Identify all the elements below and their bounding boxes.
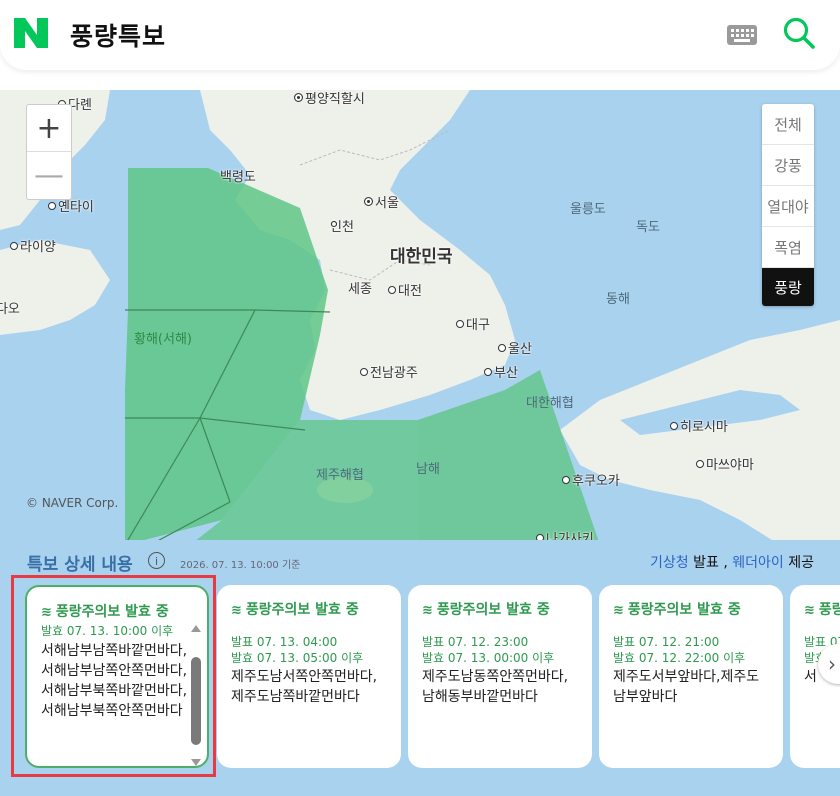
map-label-busan: 부산: [484, 362, 518, 381]
category-selector: 전체 강풍 열대야 폭염 풍랑: [762, 104, 814, 306]
naver-logo-icon[interactable]: [14, 18, 48, 48]
map-label-baengnyeong: 백령도: [220, 170, 256, 185]
card-region-text: 서해남부남쪽바깥먼바다,서해남부남쪽안쪽먼바다,서해남부북쪽바깥먼바다,서해남부…: [41, 643, 188, 719]
search-icon[interactable]: [782, 16, 816, 50]
map-label-hiroshima: 히로시마: [670, 416, 728, 435]
map-label-korea: 대한민국: [390, 247, 453, 267]
panel-title: 특보 상세 내용: [27, 555, 133, 575]
provider-kma-link[interactable]: 기상청: [650, 555, 689, 571]
map-label-seoul: 서울: [364, 192, 399, 211]
map-label-dokdo: 독도: [636, 220, 660, 235]
card-scrollbar[interactable]: [190, 625, 202, 766]
map-label-laiyang: 라이양: [10, 236, 56, 255]
scroll-up-arrow-icon[interactable]: [191, 625, 201, 632]
zoom-out-button[interactable]: —: [27, 151, 71, 198]
provider-announce: 발표: [693, 555, 719, 571]
card-announce-date: 발표 07. 12. 21:00: [613, 635, 720, 649]
category-strong-wind[interactable]: 강풍: [762, 145, 814, 186]
zoom-in-button[interactable]: +: [27, 105, 71, 151]
card-status: ≋풍랑주의보 발효 중: [613, 602, 741, 618]
wind-icon: ≋: [613, 603, 624, 618]
category-tropical-night[interactable]: 열대야: [762, 186, 814, 227]
weather-map[interactable]: 다롄 평양직할시 백령도 옌타이 라이양 칭다오 서울 인천 대한민국 울릉도 …: [0, 90, 840, 545]
map-label-daegu: 대구: [456, 314, 490, 333]
map-label-jeju-strait: 제주해협: [316, 468, 364, 483]
map-label-daejeon: 대전: [388, 280, 422, 299]
card-effective-date: 발효 07. 13. 00:00 이후: [422, 651, 555, 665]
chevron-right-icon: ›: [828, 652, 836, 676]
wind-icon: ≋: [41, 605, 52, 620]
card-region-text: 제주도서부앞바다,제주도남부앞바다: [613, 669, 760, 705]
warning-card[interactable]: ≋ 풍랑주의보 발효 중 발표 07. 12. 23:00 발효 07. 13. …: [408, 585, 592, 768]
card-announce-date: 발표 07. 12. 23:00: [422, 635, 529, 649]
category-all[interactable]: 전체: [762, 104, 814, 145]
detail-panel: 특보 상세 내용 i 2026. 07. 13. 10:00 기준 기상청 발표…: [0, 540, 840, 796]
map-label-pyongyang: 평양직할시: [294, 90, 365, 107]
map-label-south-sea: 남해: [416, 462, 440, 477]
card-region-text: 제주도남서쪽안쪽먼바다,제주도남쪽바깥먼바다: [231, 669, 378, 705]
warning-card[interactable]: ≋ 풍랑주의보 발효 중 발효 07. 13. 10:00 이후 서해남부남쪽바깥…: [25, 585, 209, 768]
info-icon[interactable]: i: [148, 552, 165, 569]
card-status: ≋풍랑주의보 발효 중: [231, 602, 359, 618]
map-label-jeonnam: 전남광주: [360, 362, 418, 381]
map-label-ulsan: 울산: [498, 338, 532, 357]
map-copyright: © NAVER Corp.: [26, 496, 119, 510]
card-announce-date: 발표 07. 13. 04:00: [231, 635, 338, 649]
card-effective-date: 발효 07. 13. 10:00 이후: [41, 624, 174, 638]
card-effective-date: 발효 07. 13. 05:00 이후: [231, 651, 364, 665]
scroll-thumb[interactable]: [191, 657, 201, 745]
map-label-matsuyama: 마쓰야마: [696, 454, 754, 473]
page-title: 풍량특보: [70, 22, 167, 51]
provider-credit: 기상청 발표 , 웨더아이 제공: [650, 552, 814, 572]
panel-timestamp: 2026. 07. 13. 10:00 기준: [180, 560, 301, 571]
card-status: ≋풍랑주의보 발효 중: [804, 602, 840, 618]
map-label-fukuoka: 후쿠오카: [562, 470, 620, 489]
wind-icon: ≋: [231, 603, 242, 618]
map-label-yellow-sea: 황해(서해): [134, 332, 192, 347]
map-label-korea-strait: 대한해협: [526, 396, 574, 411]
provider-supply: 제공: [788, 555, 814, 571]
map-label-sejong: 세종: [348, 282, 372, 297]
map-label-ulleungdo: 울릉도: [570, 202, 606, 217]
card-status: ≋풍랑주의보 발효 중: [422, 602, 550, 618]
keyboard-icon[interactable]: [726, 24, 758, 46]
map-label-incheon: 인천: [330, 220, 354, 235]
warning-card[interactable]: ≋풍랑주의보 발효 중 발표 07. 12. 21:00 발효 07. 12. …: [599, 585, 783, 768]
header: 풍량특보: [0, 0, 840, 70]
scroll-down-arrow-icon[interactable]: [191, 759, 201, 766]
zoom-control: + —: [26, 104, 72, 200]
map-label-qingdao: 칭다오: [0, 302, 20, 317]
wind-icon: ≋: [804, 603, 815, 618]
card-effective-date: 발효 07. 12. 22:00 이후: [613, 651, 746, 665]
category-heatwave[interactable]: 폭염: [762, 227, 814, 268]
map-label-east-sea: 동해: [606, 292, 630, 307]
warning-card[interactable]: ≋ 풍랑주의보 발효 중 발표 07. 13. 04:00 발효 07. 13. …: [217, 585, 401, 768]
provider-weatheri-link[interactable]: 웨더아이: [732, 555, 784, 571]
wind-icon: ≋: [422, 603, 433, 618]
card-region-text: 제주도남동쪽안쪽먼바다,남해동부바깥먼바다: [422, 669, 569, 705]
card-status: ≋풍랑주의보 발효 중: [41, 604, 169, 620]
category-wind-wave[interactable]: 풍랑: [762, 268, 814, 306]
provider-separator: ,: [723, 555, 728, 571]
